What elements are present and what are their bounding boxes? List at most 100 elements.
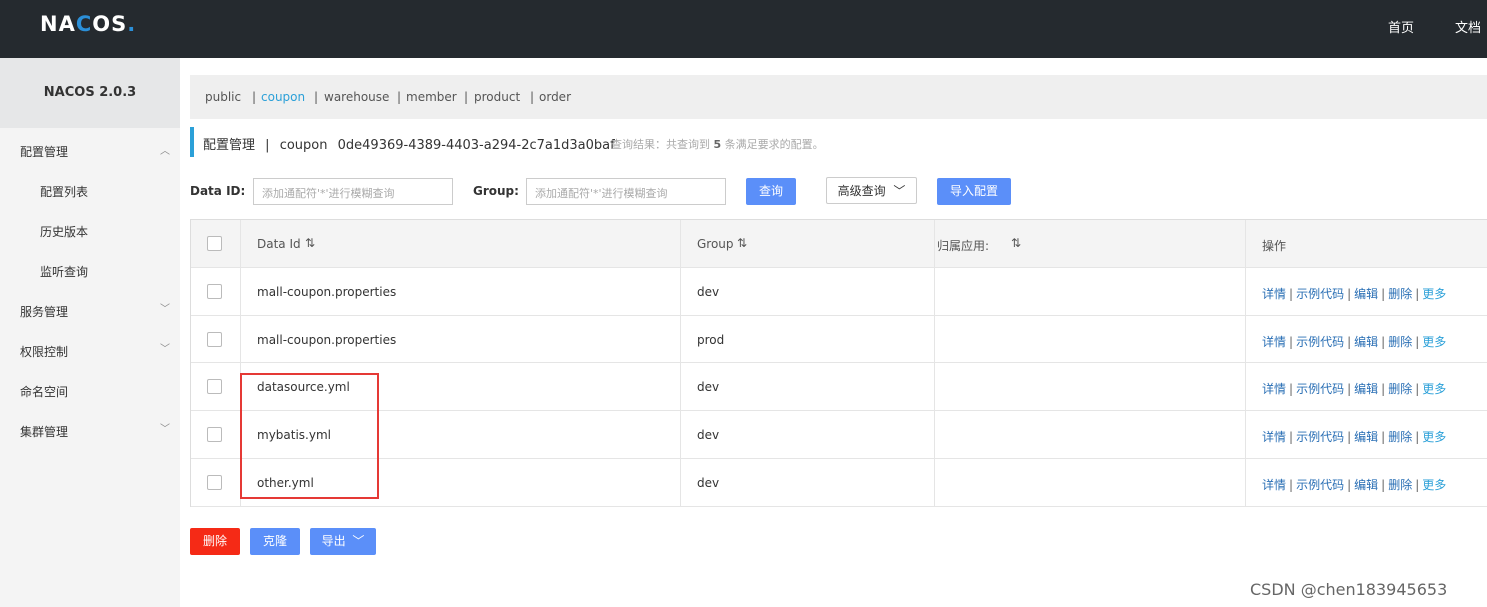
sample-code-link[interactable]: 示例代码 [1296, 335, 1344, 349]
table-row: mybatis.yml dev 详情 | 示例代码 | 编辑 | 删除 | 更多 [191, 411, 1487, 459]
table-row: mall-coupon.properties prod 详情 | 示例代码 | 编辑 | 删除 |… [191, 316, 1487, 363]
delete-button[interactable]: 删除 [190, 528, 240, 555]
group-search-input[interactable]: 添加通配符'*'进行模糊查询 [526, 178, 726, 205]
cell-data-id: mall-coupon.properties [257, 333, 397, 347]
detail-link[interactable]: 详情 [1262, 335, 1286, 349]
query-result-text: 查询结果：共查询到 5 条满足要求的配置。 [611, 136, 824, 152]
sample-code-link[interactable]: 示例代码 [1296, 382, 1344, 396]
delete-link[interactable]: 删除 [1388, 335, 1412, 349]
title-section: 配置管理 [203, 138, 256, 153]
cell-group: dev [697, 380, 720, 394]
title-separator: | [265, 138, 270, 153]
namespace-tab-coupon[interactable]: coupon [261, 90, 305, 104]
column-header-group: Group [697, 237, 734, 251]
select-all-checkbox[interactable] [207, 236, 222, 251]
namespace-separator: | [252, 90, 257, 104]
row-checkbox[interactable] [207, 427, 222, 442]
sidebar-item-cluster-management[interactable]: 集群管理 [20, 423, 68, 440]
logo-text-pre: NA [40, 12, 76, 36]
detail-link[interactable]: 详情 [1262, 478, 1286, 492]
table-row: datasource.yml dev 详情 | 示例代码 | 编辑 | 删除 | 更多 [191, 363, 1487, 411]
advanced-query-button[interactable]: 高级查询 ﹀ [826, 177, 917, 204]
query-result-count: 5 [713, 138, 722, 151]
logo-text-c: C [75, 12, 93, 36]
nacos-logo[interactable]: NACOS. [40, 12, 136, 36]
import-config-button[interactable]: 导入配置 [937, 178, 1011, 205]
sample-code-link[interactable]: 示例代码 [1296, 478, 1344, 492]
more-link[interactable]: 更多 [1422, 287, 1446, 301]
delete-link[interactable]: 删除 [1388, 478, 1412, 492]
more-link[interactable]: 更多 [1422, 382, 1446, 396]
logo-dot: . [127, 12, 137, 36]
row-checkbox[interactable] [207, 379, 222, 394]
namespace-tab-member[interactable]: member [406, 90, 457, 104]
row-actions: 详情 | 示例代码 | 编辑 | 删除 | 更多 [1262, 430, 1447, 444]
column-header-actions: 操作 [1262, 239, 1287, 253]
sidebar: NACOS 2.0.3 配置管理 ︿ 配置列表 历史版本 监听查询 服务管理 ﹀… [0, 58, 180, 607]
namespace-tab-product[interactable]: product [474, 90, 520, 104]
cell-group: prod [697, 333, 725, 347]
sidebar-item-config-management[interactable]: 配置管理 [20, 143, 68, 160]
cell-data-id: mall-coupon.properties [257, 285, 397, 299]
sample-code-link[interactable]: 示例代码 [1296, 287, 1344, 301]
cell-group: dev [697, 428, 720, 442]
edit-link[interactable]: 编辑 [1354, 287, 1378, 301]
row-actions: 详情 | 示例代码 | 编辑 | 删除 | 更多 [1262, 478, 1447, 492]
sample-code-link[interactable]: 示例代码 [1296, 430, 1344, 444]
chevron-down-icon: ﹀ [352, 534, 365, 548]
more-link[interactable]: 更多 [1422, 430, 1446, 444]
table-row: mall-coupon.properties dev 详情 | 示例代码 | 编辑 | 删除 | 更… [191, 268, 1487, 316]
namespace-tab-order[interactable]: order [539, 90, 571, 104]
version-label: NACOS 2.0.3 [0, 58, 180, 128]
edit-link[interactable]: 编辑 [1354, 382, 1378, 396]
namespace-separator: | [464, 90, 469, 104]
sort-icon[interactable]: ⇅ [1011, 236, 1021, 250]
watermark: CSDN @chen183945653 [1250, 580, 1448, 599]
cell-group: dev [697, 476, 720, 490]
sort-icon[interactable]: ⇅ [305, 236, 315, 250]
export-button[interactable]: 导出 ﹀ [310, 528, 376, 555]
title-namespace: coupon [279, 138, 328, 153]
sidebar-item-namespace[interactable]: 命名空间 [20, 383, 68, 400]
title-namespace-id: 0de49369-4389-4403-a294-2c7a1d3a0baf [337, 138, 615, 153]
group-label: Group: [473, 184, 519, 198]
chevron-down-icon: ﹀ [160, 304, 170, 315]
chevron-down-icon: ﹀ [160, 424, 170, 435]
sidebar-item-access-control[interactable]: 权限控制 [20, 343, 68, 360]
detail-link[interactable]: 详情 [1262, 287, 1286, 301]
row-actions: 详情 | 示例代码 | 编辑 | 删除 | 更多 [1262, 382, 1447, 396]
nav-home-link[interactable]: 首页 [1388, 17, 1414, 36]
sidebar-item-listener-query[interactable]: 监听查询 [40, 263, 88, 280]
edit-link[interactable]: 编辑 [1354, 430, 1378, 444]
highlight-box [240, 373, 379, 499]
sidebar-item-history[interactable]: 历史版本 [40, 223, 88, 240]
data-id-search-input[interactable]: 添加通配符'*'进行模糊查询 [253, 178, 453, 205]
more-link[interactable]: 更多 [1422, 478, 1446, 492]
sort-icon[interactable]: ⇅ [737, 236, 747, 250]
delete-link[interactable]: 删除 [1388, 287, 1412, 301]
delete-link[interactable]: 删除 [1388, 430, 1412, 444]
more-link[interactable]: 更多 [1422, 335, 1446, 349]
edit-link[interactable]: 编辑 [1354, 335, 1378, 349]
row-checkbox[interactable] [207, 332, 222, 347]
edit-link[interactable]: 编辑 [1354, 478, 1378, 492]
cell-group: dev [697, 285, 720, 299]
detail-link[interactable]: 详情 [1262, 382, 1286, 396]
sidebar-item-service-management[interactable]: 服务管理 [20, 303, 68, 320]
detail-link[interactable]: 详情 [1262, 430, 1286, 444]
namespace-bar: public | coupon | warehouse | member | p… [190, 75, 1487, 119]
query-button[interactable]: 查询 [746, 178, 796, 205]
namespace-tab-public[interactable]: public [205, 90, 241, 104]
namespace-tab-warehouse[interactable]: warehouse [324, 90, 389, 104]
nav-docs-link[interactable]: 文档 [1455, 17, 1481, 36]
namespace-separator: | [314, 90, 319, 104]
logo-text-post: OS [92, 12, 128, 36]
sidebar-item-config-list[interactable]: 配置列表 [40, 183, 88, 200]
namespace-separator: | [397, 90, 402, 104]
row-checkbox[interactable] [207, 475, 222, 490]
table-header-row: Data Id ⇅ Group ⇅ 归属应用: ⇅ 操作 [191, 220, 1487, 268]
chevron-down-icon: ﹀ [893, 184, 906, 198]
delete-link[interactable]: 删除 [1388, 382, 1412, 396]
clone-button[interactable]: 克隆 [250, 528, 300, 555]
row-checkbox[interactable] [207, 284, 222, 299]
